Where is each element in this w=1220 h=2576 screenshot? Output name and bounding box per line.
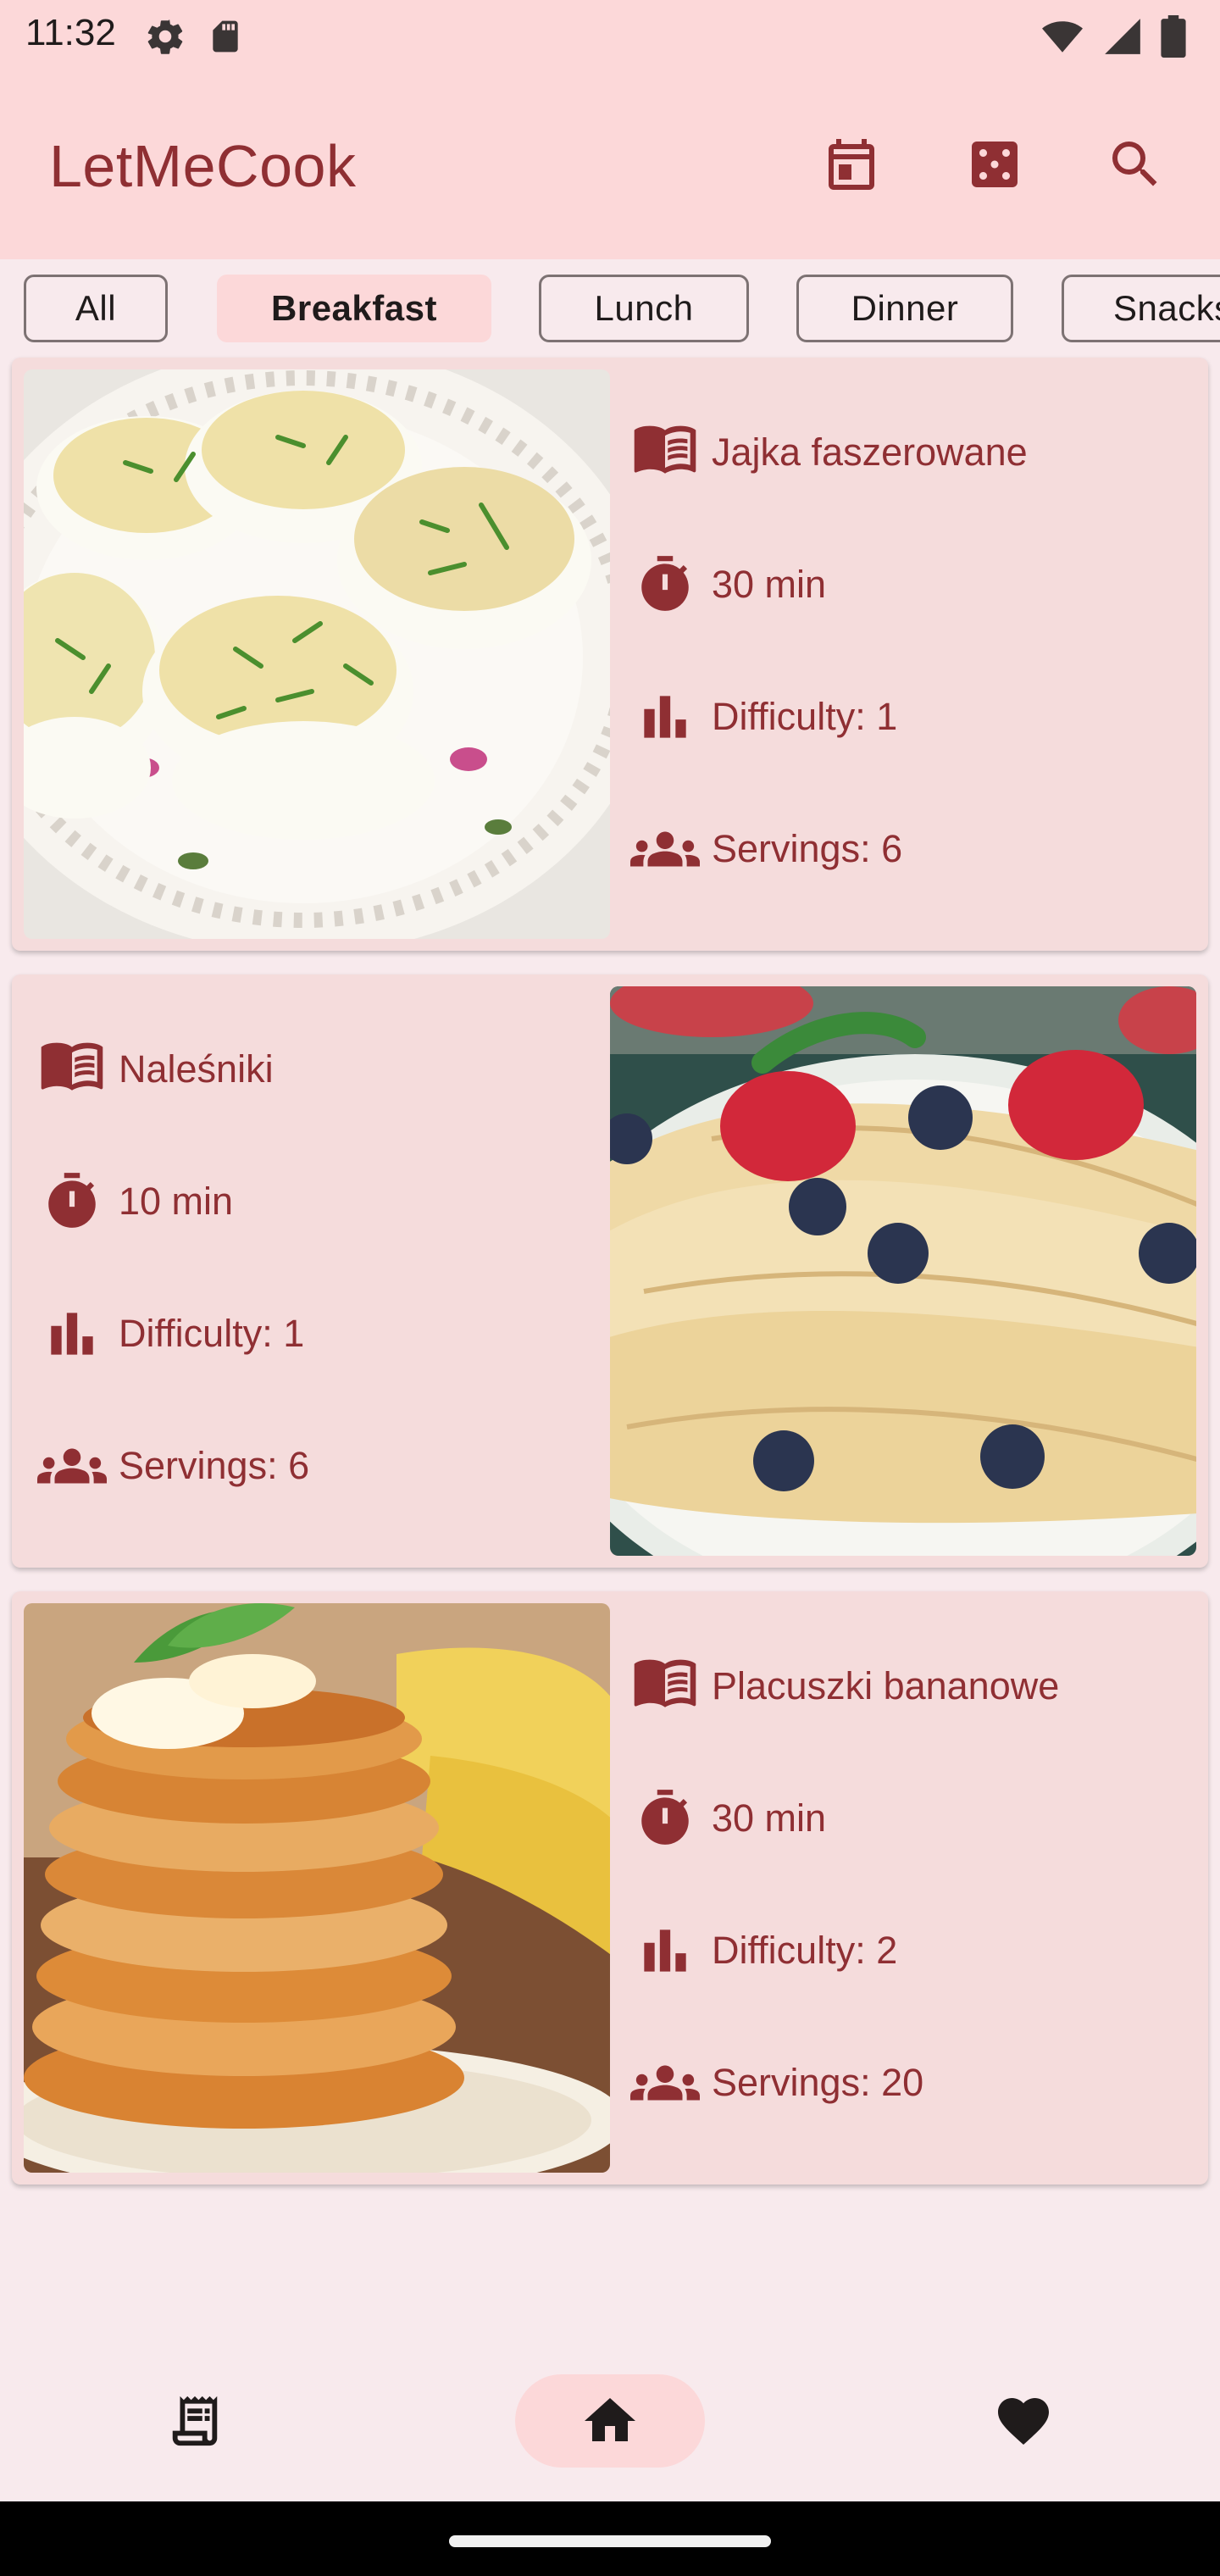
- bar-chart-icon: [37, 1300, 107, 1368]
- battery-icon: [1161, 15, 1186, 62]
- recipe-name-row: Jajka faszerowane: [630, 419, 1028, 486]
- timer-icon: [630, 551, 700, 619]
- tab-lunch[interactable]: Lunch: [539, 275, 749, 342]
- recipe-difficulty-row: Difficulty: 1: [630, 683, 897, 751]
- recipe-time: 30 min: [712, 1796, 827, 1840]
- recipe-name: Jajka faszerowane: [712, 430, 1028, 474]
- calendar-icon: [829, 139, 874, 190]
- tab-label: Breakfast: [271, 288, 437, 328]
- recipe-difficulty-row: Difficulty: 2: [630, 1917, 897, 1985]
- app-bar: LetMeCook: [0, 75, 1220, 259]
- recipe-image-crepes-with-berries: [610, 986, 1196, 1556]
- bar-chart-icon: [630, 1917, 700, 1985]
- group-icon: [630, 815, 700, 883]
- calendar-button[interactable]: [809, 122, 894, 207]
- recipe-name: Placuszki bananowe: [712, 1664, 1060, 1707]
- group-icon: [630, 2049, 700, 2117]
- recipe-time-row: 30 min: [630, 551, 826, 619]
- recipe-card[interactable]: Naleśniki 10 min Difficulty: 1 Servings:…: [12, 974, 1208, 1568]
- receipt-icon: [172, 2396, 218, 2446]
- recipe-servings-row: Servings: 6: [630, 815, 902, 883]
- nav-home[interactable]: [515, 2374, 705, 2468]
- tab-label: Snacks: [1113, 288, 1220, 328]
- menu-book-icon: [37, 1035, 107, 1103]
- recipe-time-row: 10 min: [37, 1168, 233, 1235]
- menu-book-icon: [630, 1652, 700, 1720]
- group-icon: [37, 1432, 107, 1500]
- search-icon: [1112, 142, 1157, 186]
- dice-icon: [972, 142, 1018, 187]
- recipe-info: Naleśniki 10 min Difficulty: 1 Servings:…: [37, 974, 613, 1568]
- nav-recipes-list[interactable]: [100, 2374, 290, 2468]
- recipe-difficulty-row: Difficulty: 1: [37, 1300, 304, 1368]
- system-navigation-bar: [0, 2501, 1220, 2576]
- recipe-name-row: Naleśniki: [37, 1035, 274, 1103]
- sd-card-icon: [207, 15, 244, 62]
- recipe-servings: Servings: 6: [119, 1444, 310, 1487]
- recipe-image-banana-pancakes: [24, 1603, 610, 2173]
- recipe-card[interactable]: Jajka faszerowane 30 min Difficulty: 1 S…: [12, 358, 1208, 951]
- recipe-info: Jajka faszerowane 30 min Difficulty: 1 S…: [630, 358, 1206, 951]
- settings-gear-icon: [144, 15, 186, 62]
- recipe-servings-row: Servings: 6: [37, 1432, 309, 1500]
- tab-snacks[interactable]: Snacks: [1062, 275, 1220, 342]
- status-left-icons: [144, 15, 244, 62]
- category-tabs: All Breakfast Lunch Dinner Snacks: [0, 259, 1220, 356]
- home-gesture-handle[interactable]: [449, 2535, 771, 2547]
- recipe-time: 10 min: [119, 1180, 234, 1223]
- tab-label: Dinner: [851, 288, 959, 328]
- app-title: LetMeCook: [49, 133, 357, 199]
- wifi-icon: [1040, 15, 1084, 62]
- recipe-servings: Servings: 20: [712, 2061, 924, 2104]
- timer-icon: [37, 1168, 107, 1235]
- tab-breakfast[interactable]: Breakfast: [217, 275, 491, 342]
- nav-favorites[interactable]: [929, 2374, 1118, 2468]
- recipe-servings-row: Servings: 20: [630, 2049, 923, 2117]
- recipe-image-stuffed-eggs: [24, 369, 610, 939]
- recipe-name: Naleśniki: [119, 1047, 274, 1091]
- bottom-navigation: [0, 2339, 1220, 2501]
- status-time: 11:32: [25, 12, 116, 53]
- recipe-difficulty: Difficulty: 1: [119, 1312, 305, 1355]
- tab-label: Lunch: [594, 288, 694, 328]
- bar-chart-icon: [630, 683, 700, 751]
- recipe-name-row: Placuszki bananowe: [630, 1652, 1059, 1720]
- heart-icon: [998, 2398, 1049, 2446]
- recipe-card[interactable]: Placuszki bananowe 30 min Difficulty: 2 …: [12, 1591, 1208, 2185]
- recipe-time-row: 30 min: [630, 1785, 826, 1852]
- random-recipe-button[interactable]: [952, 122, 1037, 207]
- recipe-time: 30 min: [712, 563, 827, 606]
- tab-dinner[interactable]: Dinner: [796, 275, 1013, 342]
- status-right-icons: [1040, 15, 1186, 62]
- tab-all[interactable]: All: [24, 275, 168, 342]
- menu-book-icon: [630, 419, 700, 486]
- cell-signal-icon: [1101, 15, 1144, 62]
- recipe-servings: Servings: 6: [712, 827, 903, 870]
- search-button[interactable]: [1093, 122, 1178, 207]
- recipe-difficulty: Difficulty: 2: [712, 1929, 898, 1972]
- recipe-difficulty: Difficulty: 1: [712, 695, 898, 738]
- status-bar: 11:32: [0, 0, 1220, 75]
- timer-icon: [630, 1785, 700, 1852]
- tab-label: All: [75, 288, 117, 328]
- recipe-info: Placuszki bananowe 30 min Difficulty: 2 …: [630, 1591, 1206, 2185]
- home-icon: [585, 2398, 635, 2441]
